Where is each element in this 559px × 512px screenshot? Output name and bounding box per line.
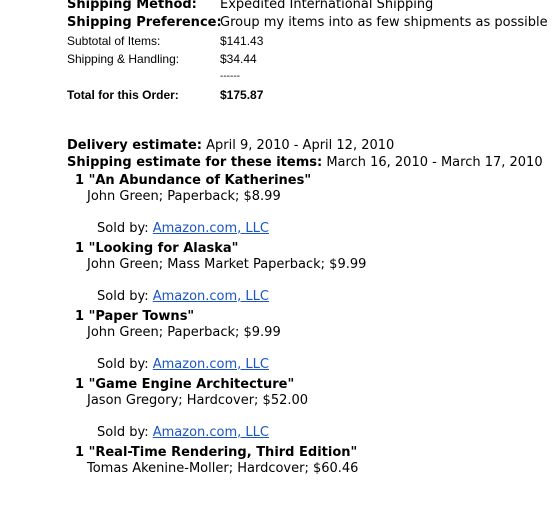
order-item: 1 "Game Engine Architecture" Jason Grego… — [75, 376, 559, 444]
item-detail: Jason Gregory; Hardcover; $52.00 — [87, 393, 309, 408]
order-item: 1 "Real-Time Rendering, Third Edition" T… — [75, 444, 559, 512]
item-title: 1 "Real-Time Rendering, Third Edition" — [75, 445, 358, 460]
item-detail: John Green; Paperback; $9.99 — [87, 325, 281, 340]
seller-link[interactable]: Amazon.com, LLC — [153, 221, 269, 236]
delivery-estimate: Delivery estimate: April 9, 2010 - April… — [67, 137, 559, 154]
shipping-method-row: Shipping Method: Expedited International… — [67, 0, 559, 14]
order-item: 1 "Looking for Alaska" John Green; Mass … — [75, 240, 559, 308]
total-value: $175.87 — [220, 88, 264, 102]
shipping-preference-row: Shipping Preference: Group my items into… — [67, 14, 559, 32]
item-sold-by: Sold by: Amazon.com, LLC — [97, 220, 269, 237]
order-items-list: 1 "An Abundance of Katherines" John Gree… — [75, 172, 559, 512]
shipping-preference-value: Group my items into as few shipments as … — [220, 15, 548, 30]
shipping-estimate-value: March 16, 2010 - March 17, 2010 — [326, 155, 543, 170]
sold-by-label: Sold by: — [97, 425, 149, 440]
sold-by-label: Sold by: — [97, 289, 149, 304]
order-item: 1 "An Abundance of Katherines" John Gree… — [75, 172, 559, 240]
shipping-method-label: Shipping Method: — [67, 0, 197, 12]
item-sold-by: Sold by: Amazon.com, LLC — [97, 424, 269, 441]
seller-link[interactable]: Amazon.com, LLC — [153, 425, 269, 440]
item-title: 1 "An Abundance of Katherines" — [75, 173, 312, 188]
seller-link[interactable]: Amazon.com, LLC — [153, 289, 269, 304]
delivery-estimate-value: April 9, 2010 - April 12, 2010 — [206, 138, 395, 153]
delivery-estimate-label: Delivery estimate: — [67, 138, 202, 153]
shipping-estimate-label: Shipping estimate for these items: — [67, 155, 323, 170]
seller-link[interactable]: Amazon.com, LLC — [153, 357, 269, 372]
subtotal-label: Subtotal of Items: — [67, 34, 161, 48]
shipping-handling-row: Shipping & Handling: $34.44 — [67, 50, 559, 68]
item-title: 1 "Game Engine Architecture" — [75, 377, 295, 392]
separator-row: ------ — [67, 68, 559, 86]
item-detail: John Green; Mass Market Paperback; $9.99 — [87, 257, 367, 272]
shipping-method-value: Expedited International Shipping — [220, 0, 434, 12]
total-label: Total for this Order: — [67, 88, 179, 102]
item-sold-by: Sold by: Amazon.com, LLC — [97, 288, 269, 305]
order-item: 1 "Paper Towns" John Green; Paperback; $… — [75, 308, 559, 376]
item-sold-by: Sold by: Amazon.com, LLC — [97, 356, 269, 373]
subtotal-value: $141.43 — [220, 34, 264, 48]
shipping-estimate: Shipping estimate for these items: March… — [67, 154, 559, 171]
item-detail: John Green; Paperback; $8.99 — [87, 189, 281, 204]
shipping-preference-label: Shipping Preference: — [67, 15, 222, 30]
total-row: Total for this Order: $175.87 — [67, 86, 559, 104]
estimates: Delivery estimate: April 9, 2010 - April… — [67, 137, 559, 171]
total-separator: ------ — [220, 71, 240, 82]
item-detail: Tomas Akenine-Moller; Hardcover; $60.46 — [87, 461, 359, 476]
sold-by-label: Sold by: — [97, 221, 149, 236]
order-summary: Shipping Method: Expedited International… — [67, 0, 559, 104]
item-title: 1 "Paper Towns" — [75, 309, 195, 324]
subtotal-row: Subtotal of Items: $141.43 — [67, 32, 559, 50]
sold-by-label: Sold by: — [97, 357, 149, 372]
item-title: 1 "Looking for Alaska" — [75, 241, 239, 256]
shipping-handling-label: Shipping & Handling: — [67, 52, 180, 66]
shipping-handling-value: $34.44 — [220, 52, 257, 66]
